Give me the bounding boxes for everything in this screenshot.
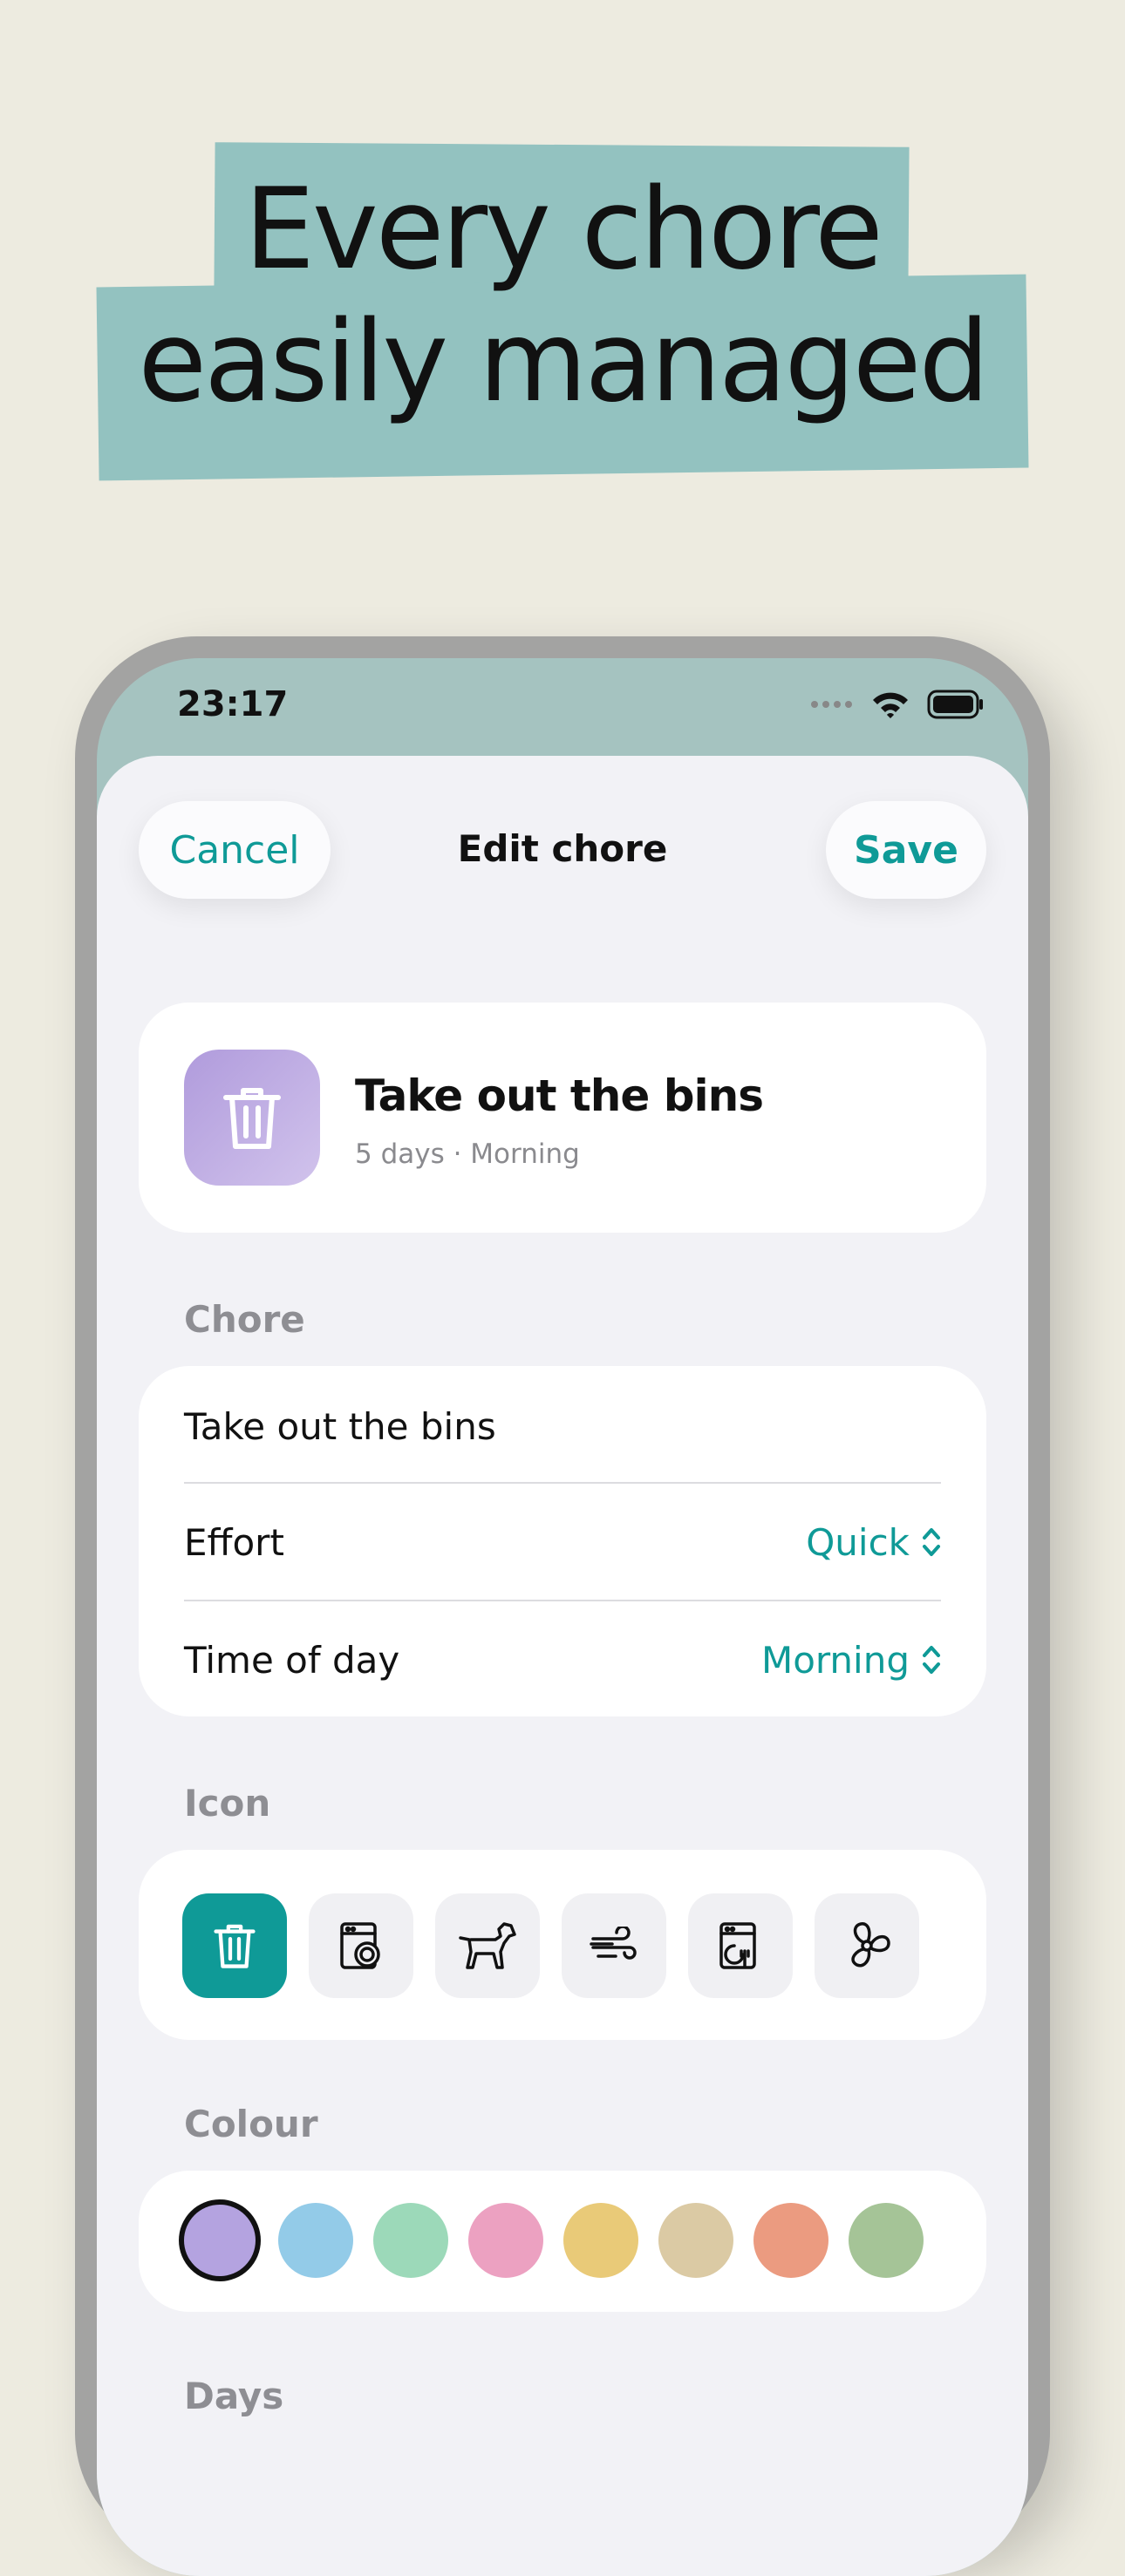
time-of-day-row[interactable]: Time of day Morning <box>184 1601 941 1718</box>
icon-option-fan[interactable] <box>815 1893 919 1998</box>
edit-sheet: Cancel Edit chore Save Take out the bins… <box>97 756 1028 2576</box>
trash-icon <box>214 1924 256 1968</box>
section-label-colour: Colour <box>184 2103 318 2145</box>
headline-line-2: easily managed <box>138 297 989 427</box>
chevron-up-down-icon <box>923 1646 940 1674</box>
wifi-icon <box>873 692 908 718</box>
status-time: 23:17 <box>177 684 289 724</box>
time-of-day-picker[interactable]: Morning <box>761 1639 941 1682</box>
colour-swatch[interactable] <box>753 2203 828 2278</box>
colour-swatch[interactable] <box>373 2203 448 2278</box>
summary-subtitle: 5 days · Morning <box>355 1138 580 1170</box>
icon-option-wind[interactable] <box>562 1893 666 1998</box>
colour-swatch[interactable] <box>184 2205 256 2276</box>
colour-picker-card <box>139 2171 986 2312</box>
chore-settings-card: Take out the bins Effort Quick Time of d… <box>139 1366 986 1716</box>
section-label-days: Days <box>184 2375 284 2417</box>
chore-name-field[interactable]: Take out the bins <box>184 1368 941 1485</box>
battery-icon <box>927 690 983 719</box>
colour-swatch[interactable] <box>468 2203 543 2278</box>
effort-value: Quick <box>806 1520 910 1564</box>
dishwasher-icon <box>719 1922 756 1969</box>
effort-picker[interactable]: Quick <box>806 1521 941 1564</box>
colour-swatch[interactable] <box>849 2203 924 2278</box>
icon-picker-card <box>139 1850 986 2040</box>
chore-summary-card: Take out the bins 5 days · Morning <box>139 1003 986 1233</box>
colour-swatch[interactable] <box>658 2203 733 2278</box>
time-of-day-value: Morning <box>760 1638 910 1682</box>
phone-screen: 23:17 Cancel Edit chore Save Take out th… <box>97 658 1028 2576</box>
headline-line-1: Every chore <box>244 165 883 295</box>
icon-option-dog[interactable] <box>435 1893 540 1998</box>
colour-swatch[interactable] <box>278 2203 353 2278</box>
section-label-chore: Chore <box>184 1298 305 1341</box>
time-of-day-label: Time of day <box>184 1638 400 1682</box>
chevron-up-down-icon <box>923 1528 940 1556</box>
save-button[interactable]: Save <box>826 801 986 899</box>
summary-chore-name: Take out the bins <box>355 1071 764 1121</box>
effort-row[interactable]: Effort Quick <box>184 1484 941 1601</box>
effort-label: Effort <box>184 1520 284 1564</box>
washing-machine-icon <box>340 1922 380 1969</box>
chore-name-value: Take out the bins <box>184 1404 496 1448</box>
trash-icon <box>184 1050 320 1186</box>
dog-icon <box>459 1922 516 1969</box>
icon-option-washing-machine[interactable] <box>309 1893 413 1998</box>
wind-icon <box>590 1927 637 1960</box>
fan-icon <box>851 1922 890 1968</box>
status-icons <box>810 690 985 719</box>
icon-option-dishwasher[interactable] <box>688 1893 793 1998</box>
signal-icon <box>811 701 852 708</box>
colour-swatch[interactable] <box>563 2203 638 2278</box>
section-label-icon: Icon <box>184 1782 271 1825</box>
icon-option-trash[interactable] <box>182 1893 287 1998</box>
